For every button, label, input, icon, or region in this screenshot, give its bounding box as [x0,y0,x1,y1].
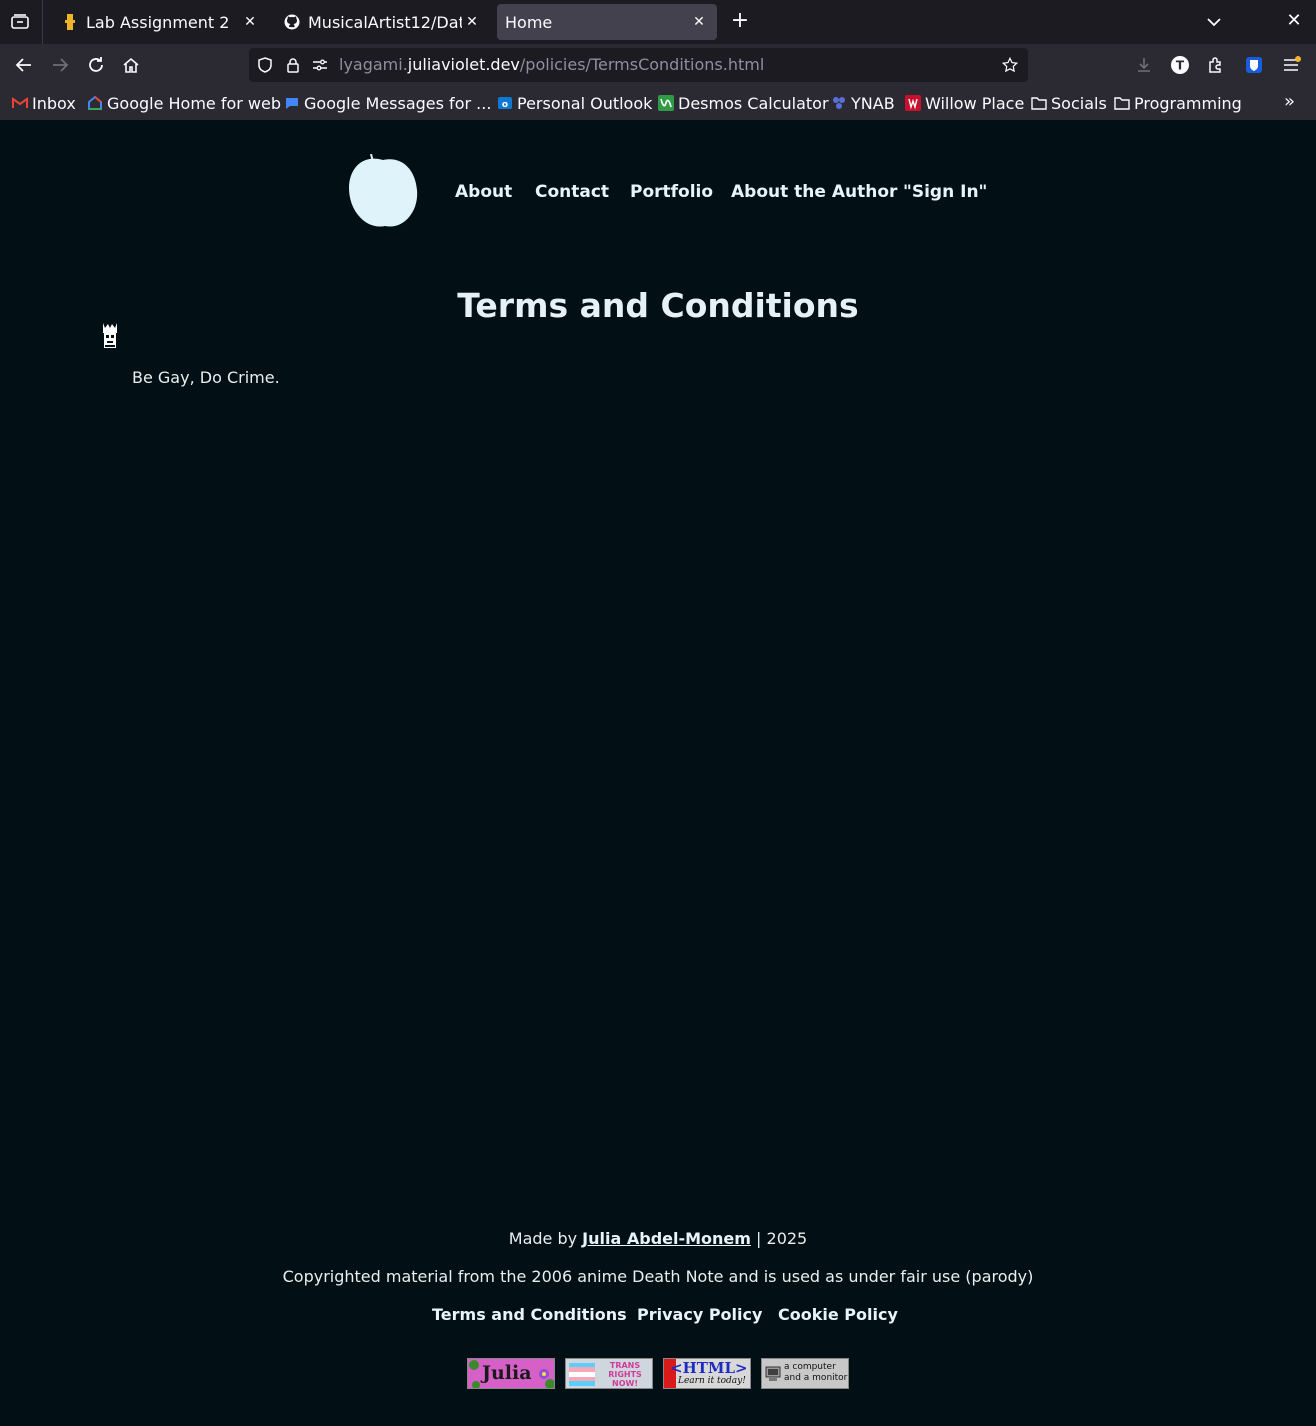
bitwarden-icon[interactable] [1243,54,1265,76]
tab-github[interactable]: MusicalArtist12/Datab ✕ [272,4,490,40]
apple-logo-icon[interactable] [347,153,419,230]
badge-subtext: Learn it today! [678,1376,746,1386]
footer-link-terms[interactable]: Terms and Conditions [432,1305,627,1324]
bookmark-outlook[interactable]: o Personal Outlook [497,92,652,114]
nav-link-about[interactable]: About [455,182,512,202]
tab-home[interactable]: Home ✕ [497,4,717,40]
desmos-icon [658,95,674,111]
trans-rights-badge[interactable]: TRANS RIGHTS NOW! [565,1358,653,1389]
close-icon[interactable]: ✕ [462,14,482,30]
chevron-down-icon[interactable] [1204,12,1228,32]
bookmark-label: Google Messages for ... [304,93,492,113]
bookmark-label: Personal Outlook [517,93,653,113]
bookmark-label: Willow Place [925,93,1025,113]
google-messages-icon [284,95,300,111]
bookmarks-toolbar: Inbox Google Home for web Google Message… [0,86,1316,120]
terms-body-text: Be Gay, Do Crime. [132,368,280,387]
lock-icon[interactable] [285,57,301,73]
computer-monitor-badge[interactable]: a computer and a monitor [761,1358,849,1389]
tab-bar: Lab Assignment 2 ✕ MusicalArtist12/Datab… [0,0,1316,44]
menu-icon[interactable] [1281,54,1303,76]
footer-link-cookie[interactable]: Cookie Policy [778,1305,898,1324]
tab-list-icon[interactable] [8,10,32,34]
reload-icon[interactable] [84,53,108,77]
bookmark-label: Desmos Calculator [678,93,829,113]
bookmark-label: Socials [1051,93,1107,113]
author-link[interactable]: Julia Abdel-Monem [582,1229,751,1248]
bookmark-google-home[interactable]: Google Home for web [87,92,281,114]
bookmark-willow-place[interactable]: Willow Place [905,92,1024,114]
page-title: Terms and Conditions [457,286,859,325]
close-icon[interactable]: ✕ [689,14,709,30]
nav-link-about-the-author[interactable]: About the Author [731,182,897,202]
badge-text: a computer [784,1362,836,1372]
nav-link-sign-in[interactable]: "Sign In" [903,182,987,202]
back-arrow-icon[interactable] [12,53,36,77]
home-icon[interactable] [119,53,143,77]
badge-text: Julia [482,1362,532,1384]
svg-text:o: o [502,100,508,110]
html-badge[interactable]: <HTML> Learn it today! [663,1358,751,1389]
url-bar[interactable]: lyagami.juliaviolet.dev/policies/TermsCo… [249,48,1028,82]
new-tab-button[interactable]: + [728,10,752,34]
bookmark-google-messages[interactable]: Google Messages for ... [284,92,491,114]
footer-copyright: Copyrighted material from the 2006 anime… [282,1267,1034,1286]
folder-icon [1031,95,1047,111]
footer-link-privacy[interactable]: Privacy Policy [637,1305,762,1324]
google-home-icon [87,95,103,111]
credit-prefix: Made by [508,1229,583,1248]
ynab-icon [831,95,847,111]
lab-icon [62,14,78,30]
bookmark-label: YNAB [851,93,895,113]
shield-icon[interactable] [257,57,273,73]
bookmark-label: Programming [1134,93,1242,113]
credit-year: | 2025 [750,1229,808,1248]
bookmark-folder-socials[interactable]: Socials [1031,92,1107,114]
forward-arrow-icon[interactable] [48,53,72,77]
extensions-icon[interactable] [1205,54,1227,76]
bookmark-label: Google Home for web [107,93,282,113]
ryuk-sprite-icon [101,321,119,351]
tab-lab-assignment[interactable]: Lab Assignment 2 ✕ [50,4,268,40]
badge-subtext: and a monitor [784,1373,848,1383]
julia-badge[interactable]: Julia [467,1358,555,1389]
tab-title: Home [505,12,553,32]
badge-text: TRANS RIGHTS NOW! [608,1361,642,1388]
window-close-button[interactable]: ✕ [1283,10,1305,32]
bookmark-folder-programming[interactable]: Programming [1114,92,1242,114]
bookmark-desmos[interactable]: Desmos Calculator [658,92,829,114]
bookmark-inbox[interactable]: Inbox [12,92,76,114]
navigation-toolbar: lyagami.juliaviolet.dev/policies/TermsCo… [0,44,1316,86]
bookmark-label: Inbox [32,93,76,113]
bookmark-ynab[interactable]: YNAB [831,92,895,114]
footer-credit: Made by Julia Abdel-Monem | 2025 [0,1229,1316,1248]
gmail-icon [12,95,28,111]
download-icon[interactable] [1133,54,1155,76]
site-header: About Contact Portfolio About the Author… [0,120,1316,260]
svg-text:T: T [1176,59,1185,73]
badge-text: <HTML> [670,1359,748,1377]
url-text: lyagami.juliaviolet.dev/policies/TermsCo… [339,55,765,74]
tab-separator [42,0,43,44]
github-icon [284,14,300,30]
bookmarks-overflow-button[interactable]: » [1284,91,1306,113]
close-icon[interactable]: ✕ [240,14,260,30]
tab-title: MusicalArtist12/Datab [308,12,462,32]
permissions-icon[interactable] [312,57,328,73]
star-icon[interactable] [1002,56,1018,73]
account-icon[interactable]: T [1169,54,1191,76]
nav-link-contact[interactable]: Contact [535,182,609,202]
willow-icon [905,95,921,111]
nav-link-portfolio[interactable]: Portfolio [630,182,713,202]
tab-title: Lab Assignment 2 [86,12,230,32]
folder-icon [1114,95,1130,111]
outlook-icon: o [497,95,513,111]
